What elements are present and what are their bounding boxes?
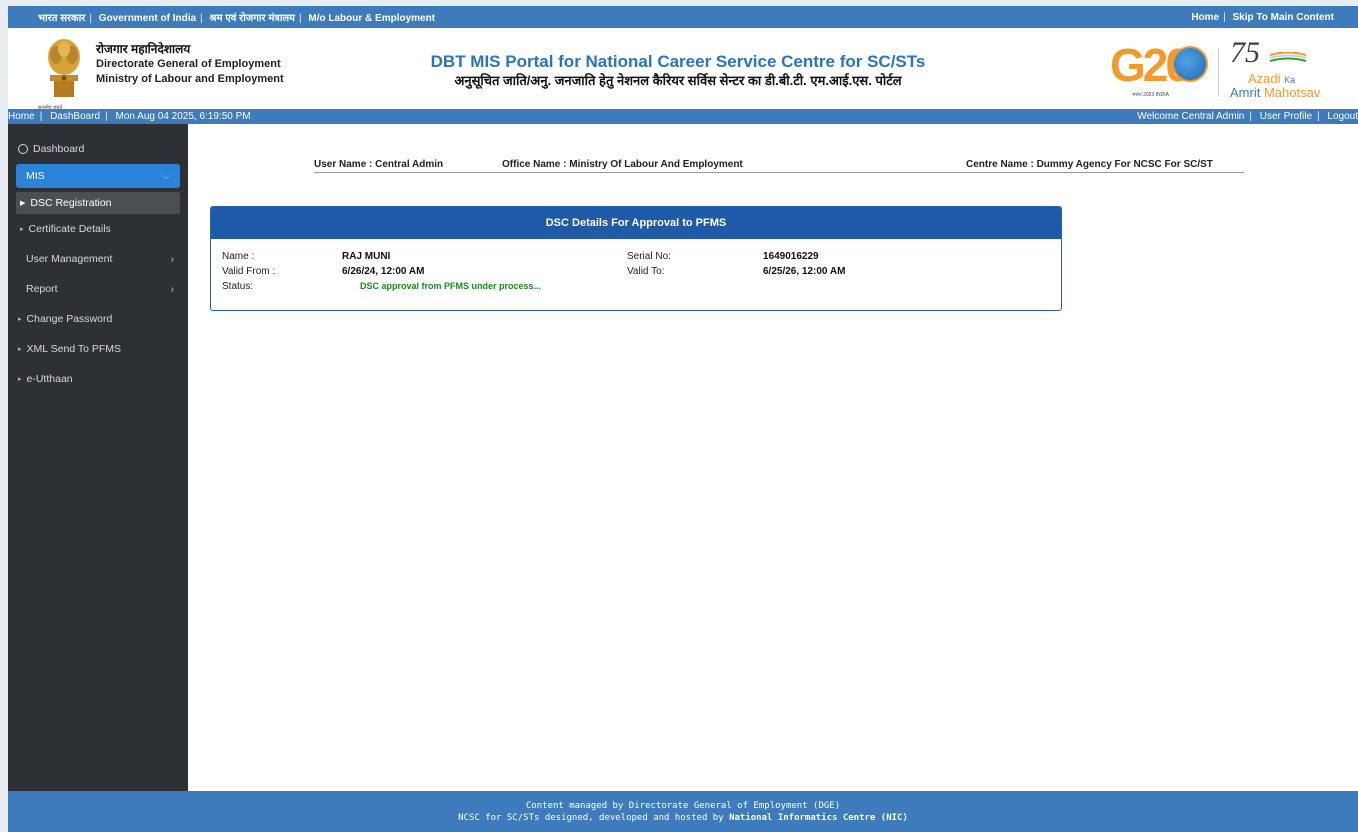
g20-logo: G20 भारत 2023 INDIA (1110, 42, 1210, 102)
site-header: सत्यमेव जयते रोजगार महानिदेशालय Director… (8, 28, 1358, 111)
globe-icon (1172, 46, 1208, 82)
site-footer: Content managed by Directorate General o… (8, 791, 1358, 832)
nav-strip: Home | DashBoard | Mon Aug 04 2025, 6:19:5… (8, 109, 1358, 124)
org-name-english: Directorate General of Employment (96, 58, 281, 70)
gov-strip-right: Home | Skip To Main Content (1191, 11, 1334, 23)
user-name-text: User Name : Central Admin (314, 159, 444, 170)
ministry-english: M/o Labour & Employment (308, 13, 436, 24)
valid-from-label: Valid From : (222, 266, 276, 277)
sidebar-item-change-password[interactable]: ▸ Change Password (8, 304, 188, 334)
chevron-down-icon: ⌵ (162, 170, 170, 182)
nic-link[interactable]: National Informatics Centre (NIC) (729, 813, 908, 823)
caret-right-icon: ▸ (18, 316, 22, 323)
footer-line-1: Content managed by Directorate General o… (525, 801, 841, 811)
gov-india-english: Government of India (98, 13, 197, 24)
dsc-details-panel: DSC Details For Approval to PFMS Name : … (210, 206, 1062, 311)
nav-home-link[interactable]: Home (8, 111, 35, 122)
gov-strip: भारत सरकार | Government of India | श्रम एव… (8, 6, 1358, 28)
footer-line-2: NCSC for SC/STs designed, developed and … (458, 813, 908, 823)
logout-link[interactable]: Logout (1327, 111, 1358, 122)
valid-to-label: Valid To: (627, 266, 665, 277)
panel-title: DSC Details For Approval to PFMS (211, 207, 1061, 239)
main-content: User Name : Central Admin Office Name : … (188, 124, 1358, 791)
sidebar: Dashboard MIS ⌵ ▶ DSC Registration ▸ Certi… (8, 124, 188, 791)
panel-body: Name : RAJ MUNI Serial No: 1649016229 Va… (211, 239, 1061, 309)
office-name-text: Office Name : Ministry Of Labour And Emp… (502, 159, 743, 170)
dashboard-icon (18, 144, 28, 154)
status-label: Status: (222, 281, 254, 292)
azadi-logo-mahotsav: Amrit Mahotsav (1230, 85, 1321, 100)
current-datetime: Mon Aug 04 2025, 6:19:50 PM (115, 111, 251, 122)
user-info-bar: User Name : Central Admin Office Name : … (314, 159, 1244, 173)
page-frame: भारत सरकार | Government of India | श्रम एव… (8, 6, 1358, 832)
serial-label: Serial No: (627, 251, 671, 262)
nav-strip-left: Home | DashBoard | Mon Aug 04 2025, 6:19:5… (8, 111, 251, 122)
sidebar-item-user-management[interactable]: User Management › (8, 244, 188, 274)
azadi-ka-amrit-mahotsav-logo: 75 Azadi Ka Amrit Mahotsav (1230, 38, 1340, 104)
user-profile-link[interactable]: User Profile (1260, 111, 1312, 122)
name-label: Name : (222, 251, 255, 262)
status-value: DSC approval from PFMS under process... (360, 281, 542, 291)
skip-to-main-link[interactable]: Skip To Main Content (1233, 12, 1334, 23)
sidebar-item-e-utthaan[interactable]: ▸ e-Utthaan (8, 364, 188, 394)
portal-title-english: DBT MIS Portal for National Career Servi… (430, 52, 926, 71)
welcome-text: Welcome Central Admin (1137, 111, 1245, 122)
valid-from-value: 6/26/24, 12:00 AM (342, 266, 425, 277)
tricolor-flag-icon (1270, 52, 1306, 62)
caret-right-icon: ▸ (18, 376, 22, 383)
ministry-name: Ministry of Labour and Employment (96, 73, 284, 85)
chevron-right-icon: › (170, 253, 174, 265)
caret-right-icon: ▸ (18, 346, 22, 353)
sidebar-item-dashboard[interactable]: Dashboard (8, 138, 188, 160)
sidebar-item-dsc-registration[interactable]: ▶ DSC Registration (16, 192, 180, 214)
logo-divider (1218, 48, 1219, 96)
nav-dashboard-link[interactable]: DashBoard (50, 111, 100, 122)
ministry-hindi: श्रम एवं रोजगार मंत्रालय (209, 13, 295, 24)
valid-to-value: 6/25/26, 12:00 AM (763, 266, 846, 277)
centre-name-text: Centre Name : Dummy Agency For NCSC For … (966, 159, 1213, 170)
serial-value: 1649016229 (763, 251, 819, 262)
g20-logo-subtitle: भारत 2023 INDIA (1132, 92, 1169, 98)
caret-right-icon: ▸ (20, 226, 24, 233)
portal-title-hindi: अनुसूचित जाति/अनु. जनजाति हेतु नेशनल कैर… (454, 73, 902, 88)
gov-strip-left: भारत सरकार | Government of India | श्रम एव… (38, 13, 436, 24)
caret-right-icon: ▶ (20, 200, 26, 207)
sidebar-item-mis[interactable]: MIS ⌵ (16, 164, 180, 188)
sidebar-item-report[interactable]: Report › (8, 274, 188, 304)
sidebar-item-xml-send-to-pfms[interactable]: ▸ XML Send To PFMS (8, 334, 188, 364)
portal-title: DBT MIS Portal for National Career Servi… (388, 52, 968, 90)
sidebar-item-certificate-details[interactable]: ▸ Certificate Details (8, 214, 188, 244)
org-name-block: रोजगार महानिदेशालय Directorate General o… (96, 42, 284, 87)
top-home-link[interactable]: Home (1191, 12, 1219, 23)
name-value: RAJ MUNI (342, 251, 391, 262)
nav-strip-right: Welcome Central Admin | User Profile | Log… (1137, 111, 1358, 122)
gov-india-hindi: भारत सरकार (38, 13, 86, 24)
org-name-hindi: रोजगार महानिदेशालय (96, 42, 191, 56)
national-emblem-icon (48, 39, 80, 97)
chevron-right-icon: › (170, 283, 174, 295)
